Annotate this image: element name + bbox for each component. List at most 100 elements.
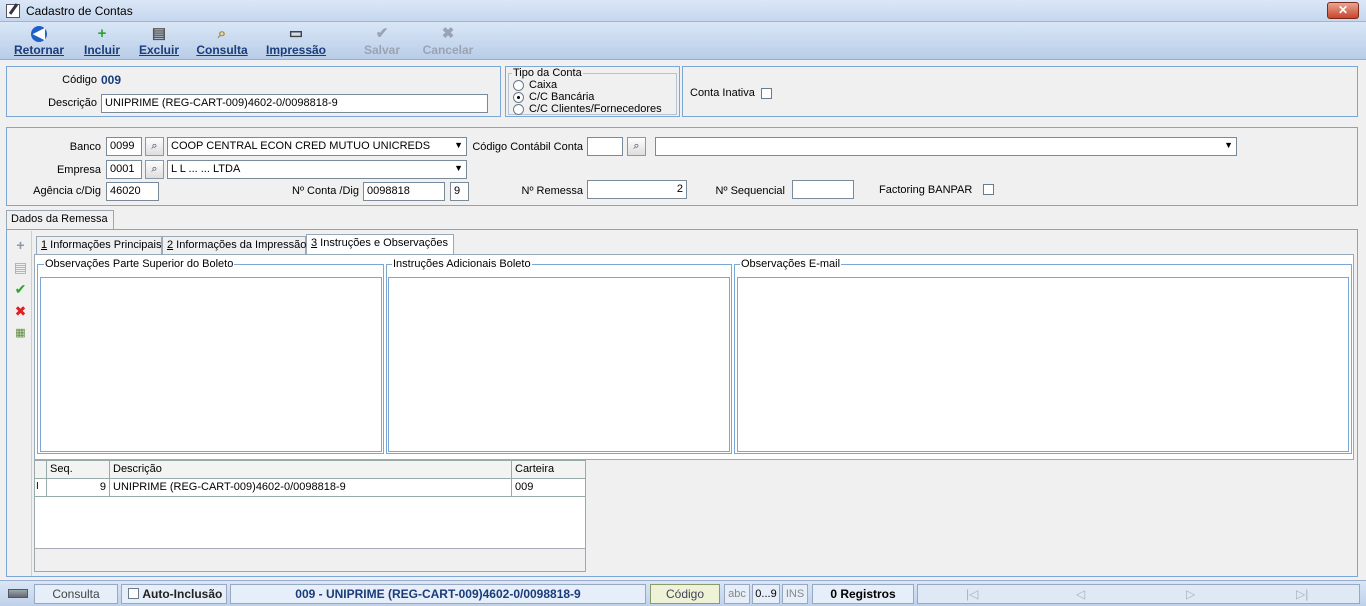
add-icon[interactable]: + [13,238,28,253]
status-abc: abc [724,584,750,604]
radio-caixa[interactable] [513,80,524,91]
chevron-down-icon: ▼ [1224,140,1233,150]
codigo-value: 009 [101,73,122,87]
status-bar: Consulta Auto-Inclusão 009 - UNIPRIME (R… [0,580,1366,606]
descricao-label: Descrição [48,97,97,109]
grid-header-carteira[interactable]: Carteira [512,461,586,479]
tipo-conta-title: Tipo da Conta [512,67,583,79]
grid-cell-seq[interactable]: 9 [47,479,110,497]
auto-inclusao-label: Auto-Inclusão [142,587,223,601]
details-panel: Banco 0099 ⌕ COOP CENTRAL ECON CRED MUTU… [6,127,1358,206]
sequencial-label: Nº Sequencial [715,185,785,197]
radio-cc-bancaria-label: C/C Bancária [529,91,595,103]
auto-inclusao-toggle[interactable]: Auto-Inclusão [121,584,227,604]
cancel-x-icon: ✖ [441,25,455,42]
conta-inativa-label: Conta Inativa [690,87,755,99]
banco-name-combo[interactable]: COOP CENTRAL ECON CRED MUTUO UNICREDS ▼ [167,137,467,156]
salvar-button[interactable]: ✔ Salvar [360,26,404,58]
window-title: Cadastro de Contas [26,4,133,18]
confirm-check-icon[interactable]: ✔ [13,282,28,297]
close-button[interactable]: ✕ [1327,2,1359,19]
instrucoes-memo[interactable] [388,277,730,452]
impressao-button[interactable]: ▭ Impressão [263,26,329,58]
tab-informacoes-principais[interactable]: 1 Informações Principais [36,236,162,255]
codigo-contabil-lookup-button[interactable]: ⌕ [627,137,646,156]
obs-superior-title: Observações Parte Superior do Boleto [44,258,235,270]
status-record: 009 - UNIPRIME (REG-CART-009)4602-0/0098… [230,584,646,604]
magnifier-icon: ⌕ [217,25,227,42]
banco-code-input[interactable]: 0099 [106,137,142,156]
codigo-panel: Código 009 Descrição UNIPRIME (REG-CART-… [6,66,501,117]
grid-header-seq[interactable]: Seq. [47,461,110,479]
factoring-label: Factoring BANPAR [879,184,973,196]
tab-1-label: Informações Principais [47,239,162,251]
radio-cc-clientes[interactable] [513,104,524,115]
cancel-x-icon[interactable]: ✖ [13,304,28,319]
instrucoes-title: Instruções Adicionais Boleto [392,258,532,270]
app-icon [6,4,20,18]
excluir-label: Excluir [138,43,180,57]
banco-lookup-button[interactable]: ⌕ [145,137,164,156]
sequencial-input[interactable] [792,180,854,199]
status-registros: 0 Registros [812,584,914,604]
codigo-contabil-input[interactable] [587,137,623,156]
empresa-name-combo[interactable]: L L ... ... LTDA ▼ [167,160,467,179]
last-record-icon[interactable]: ▷| [1296,585,1308,603]
remessa-grid: Seq. Descrição Carteira I 9 UNIPRIME (RE… [34,460,586,572]
obs-email-memo[interactable] [737,277,1349,452]
next-record-icon[interactable]: ▷ [1186,585,1195,603]
obs-email-title: Observações E-mail [740,258,842,270]
cancelar-label: Cancelar [422,43,474,57]
delete-icon[interactable]: ▤ [13,260,28,275]
codigo-contabil-combo[interactable]: ▼ [655,137,1237,156]
navigator: |◁ ◁ ▷ ▷| [917,584,1360,604]
cancelar-button[interactable]: ✖ Cancelar [420,26,476,58]
agencia-label: Agência c/Dig [33,185,101,197]
plus-icon: + [97,25,107,42]
conta-input[interactable]: 0098818 [363,182,445,201]
radio-cc-bancaria[interactable] [513,92,524,103]
lookup-magnifier-icon: ⌕ [151,163,158,175]
empresa-name-value: L L ... ... LTDA [171,163,241,175]
excluir-button[interactable]: ▤ Excluir [136,26,182,58]
tab-instrucoes-observacoes[interactable]: 3 Instruções e Observações [306,234,454,255]
prior-record-icon[interactable]: ◁ [1076,585,1085,603]
order-field-button[interactable]: Código [650,584,720,604]
side-toolbar: + ▤ ✔ ✖ ▦ [8,231,32,576]
impressao-label: Impressão [265,43,327,57]
incluir-label: Incluir [83,43,120,57]
tab-informacoes-impressao[interactable]: 2 Informações da Impressão [162,236,306,255]
descricao-input[interactable]: UNIPRIME (REG-CART-009)4602-0/0098818-9 [101,94,488,113]
grid-header-descricao[interactable]: Descrição [110,461,512,479]
incluir-button[interactable]: + Incluir [80,26,124,58]
first-record-icon[interactable]: |◁ [966,585,978,603]
tab-3-label: Instruções e Observações [317,237,448,249]
export-sheet-icon[interactable]: ▦ [13,326,28,341]
factoring-checkbox[interactable] [983,184,994,195]
title-bar: Cadastro de Contas ✕ [0,0,1366,22]
conta-inativa-panel: Conta Inativa [682,66,1358,117]
conta-dig-input[interactable]: 9 [450,182,469,201]
back-arrow-icon: ◀ [31,26,47,42]
consulta-button[interactable]: ⌕ Consulta [194,26,250,58]
chevron-down-icon: ▼ [454,163,463,173]
auto-inclusao-checkbox[interactable] [128,588,139,599]
empresa-lookup-button[interactable]: ⌕ [145,160,164,179]
empresa-code-input[interactable]: 0001 [106,160,142,179]
agencia-input[interactable]: 46020 [106,182,159,201]
obs-superior-memo[interactable] [40,277,382,452]
checkmark-icon: ✔ [375,25,389,42]
conta-inativa-checkbox[interactable] [761,88,772,99]
empresa-label: Empresa [56,164,101,176]
keyboard-icon [8,589,28,598]
retornar-button[interactable]: ◀ Retornar [10,26,68,58]
tab-dados-remessa[interactable]: Dados da Remessa [6,210,114,230]
printer-icon: ▭ [288,25,304,42]
remessa-input[interactable]: 2 [587,180,687,199]
grid-cell-carteira[interactable]: 009 [512,479,586,497]
lookup-magnifier-icon: ⌕ [151,140,158,152]
grid-cell-descricao[interactable]: UNIPRIME (REG-CART-009)4602-0/0098818-9 [110,479,512,497]
salvar-label: Salvar [363,43,401,57]
lookup-magnifier-icon: ⌕ [633,140,640,152]
tipo-conta-panel: Tipo da Conta Caixa C/C Bancária C/C Cli… [505,66,680,117]
